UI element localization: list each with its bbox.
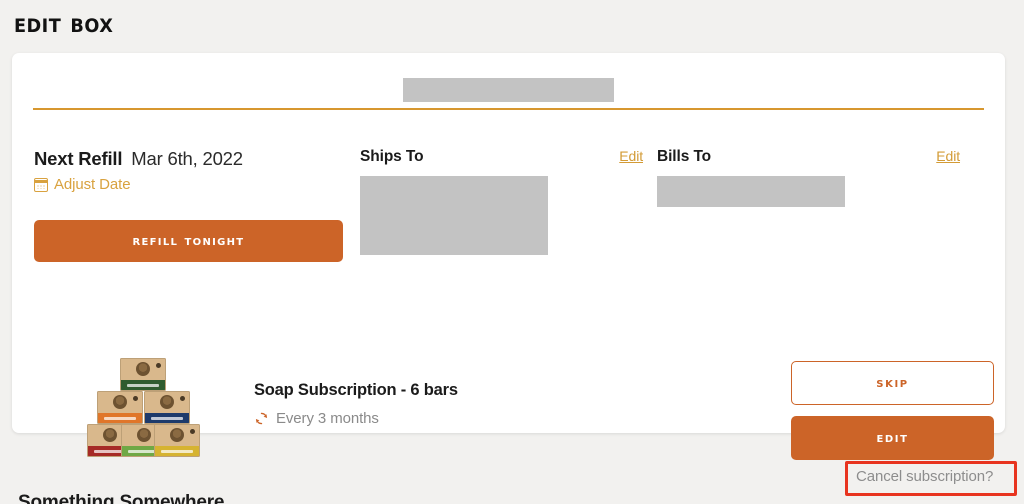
soap-box-6: [154, 424, 200, 457]
ships-to-edit-link[interactable]: Edit: [619, 148, 643, 164]
bills-to-header: Bills To Edit: [657, 148, 960, 166]
soap-box-1: [120, 358, 166, 391]
ships-to-title: Ships To: [360, 148, 424, 165]
next-refill-label: Next Refill: [34, 148, 123, 169]
footer-cut-off-text: Something Somewhere: [18, 492, 225, 504]
product-frequency-row: Every 3 months: [254, 410, 458, 427]
soap-color-band: [121, 380, 165, 390]
skip-button[interactable]: Skip: [791, 361, 994, 405]
soap-label-art: [170, 428, 184, 442]
soap-box-3: [144, 391, 190, 424]
next-refill-line: Next Refill Mar 6th, 2022: [34, 148, 344, 170]
next-refill-date: Mar 6th, 2022: [131, 148, 243, 169]
soap-label-art: [137, 428, 151, 442]
product-title: Soap Subscription - 6 bars: [254, 381, 458, 399]
soap-label-art: [136, 362, 150, 376]
edit-button[interactable]: Edit: [791, 416, 994, 460]
soap-color-band: [155, 446, 199, 456]
soap-box-2: [97, 391, 143, 424]
redacted-header-bar: [403, 78, 614, 102]
soap-corner-dot: [133, 396, 138, 401]
bills-to-edit-link[interactable]: Edit: [936, 148, 960, 164]
soap-color-band: [145, 413, 189, 423]
calendar-icon: [34, 177, 48, 192]
screen-root: Edit Box Next Refill Mar 6th, 2022 Adjus…: [0, 0, 1024, 504]
soap-label-art: [160, 395, 174, 409]
refresh-icon: [255, 412, 268, 425]
soap-label-art: [113, 395, 127, 409]
ships-to-header: Ships To Edit: [360, 148, 643, 166]
refill-tonight-button[interactable]: Refill Tonight: [34, 220, 343, 262]
product-image: [87, 358, 200, 457]
bills-to-section: Bills To Edit: [657, 148, 960, 207]
subscription-card: Next Refill Mar 6th, 2022 Adjust Date Re…: [12, 53, 1005, 460]
soap-corner-dot: [190, 429, 195, 434]
ships-to-address-redacted: [360, 176, 548, 255]
next-refill-section: Next Refill Mar 6th, 2022 Adjust Date: [34, 148, 344, 193]
adjust-date-link[interactable]: Adjust Date: [34, 176, 344, 193]
soap-label-art: [103, 428, 117, 442]
adjust-date-label: Adjust Date: [54, 176, 131, 193]
bills-to-address-redacted: [657, 176, 845, 207]
ships-to-section: Ships To Edit: [360, 148, 643, 255]
soap-color-band: [98, 413, 142, 423]
cancel-subscription-link[interactable]: Cancel subscription?: [856, 468, 993, 485]
product-details: Soap Subscription - 6 bars Every 3 month…: [254, 381, 458, 427]
page-title: Edit Box: [14, 8, 114, 39]
soap-corner-dot: [156, 363, 161, 368]
card-divider: [33, 108, 984, 110]
bills-to-title: Bills To: [657, 148, 712, 165]
soap-corner-dot: [180, 396, 185, 401]
product-frequency-label: Every 3 months: [276, 410, 379, 427]
